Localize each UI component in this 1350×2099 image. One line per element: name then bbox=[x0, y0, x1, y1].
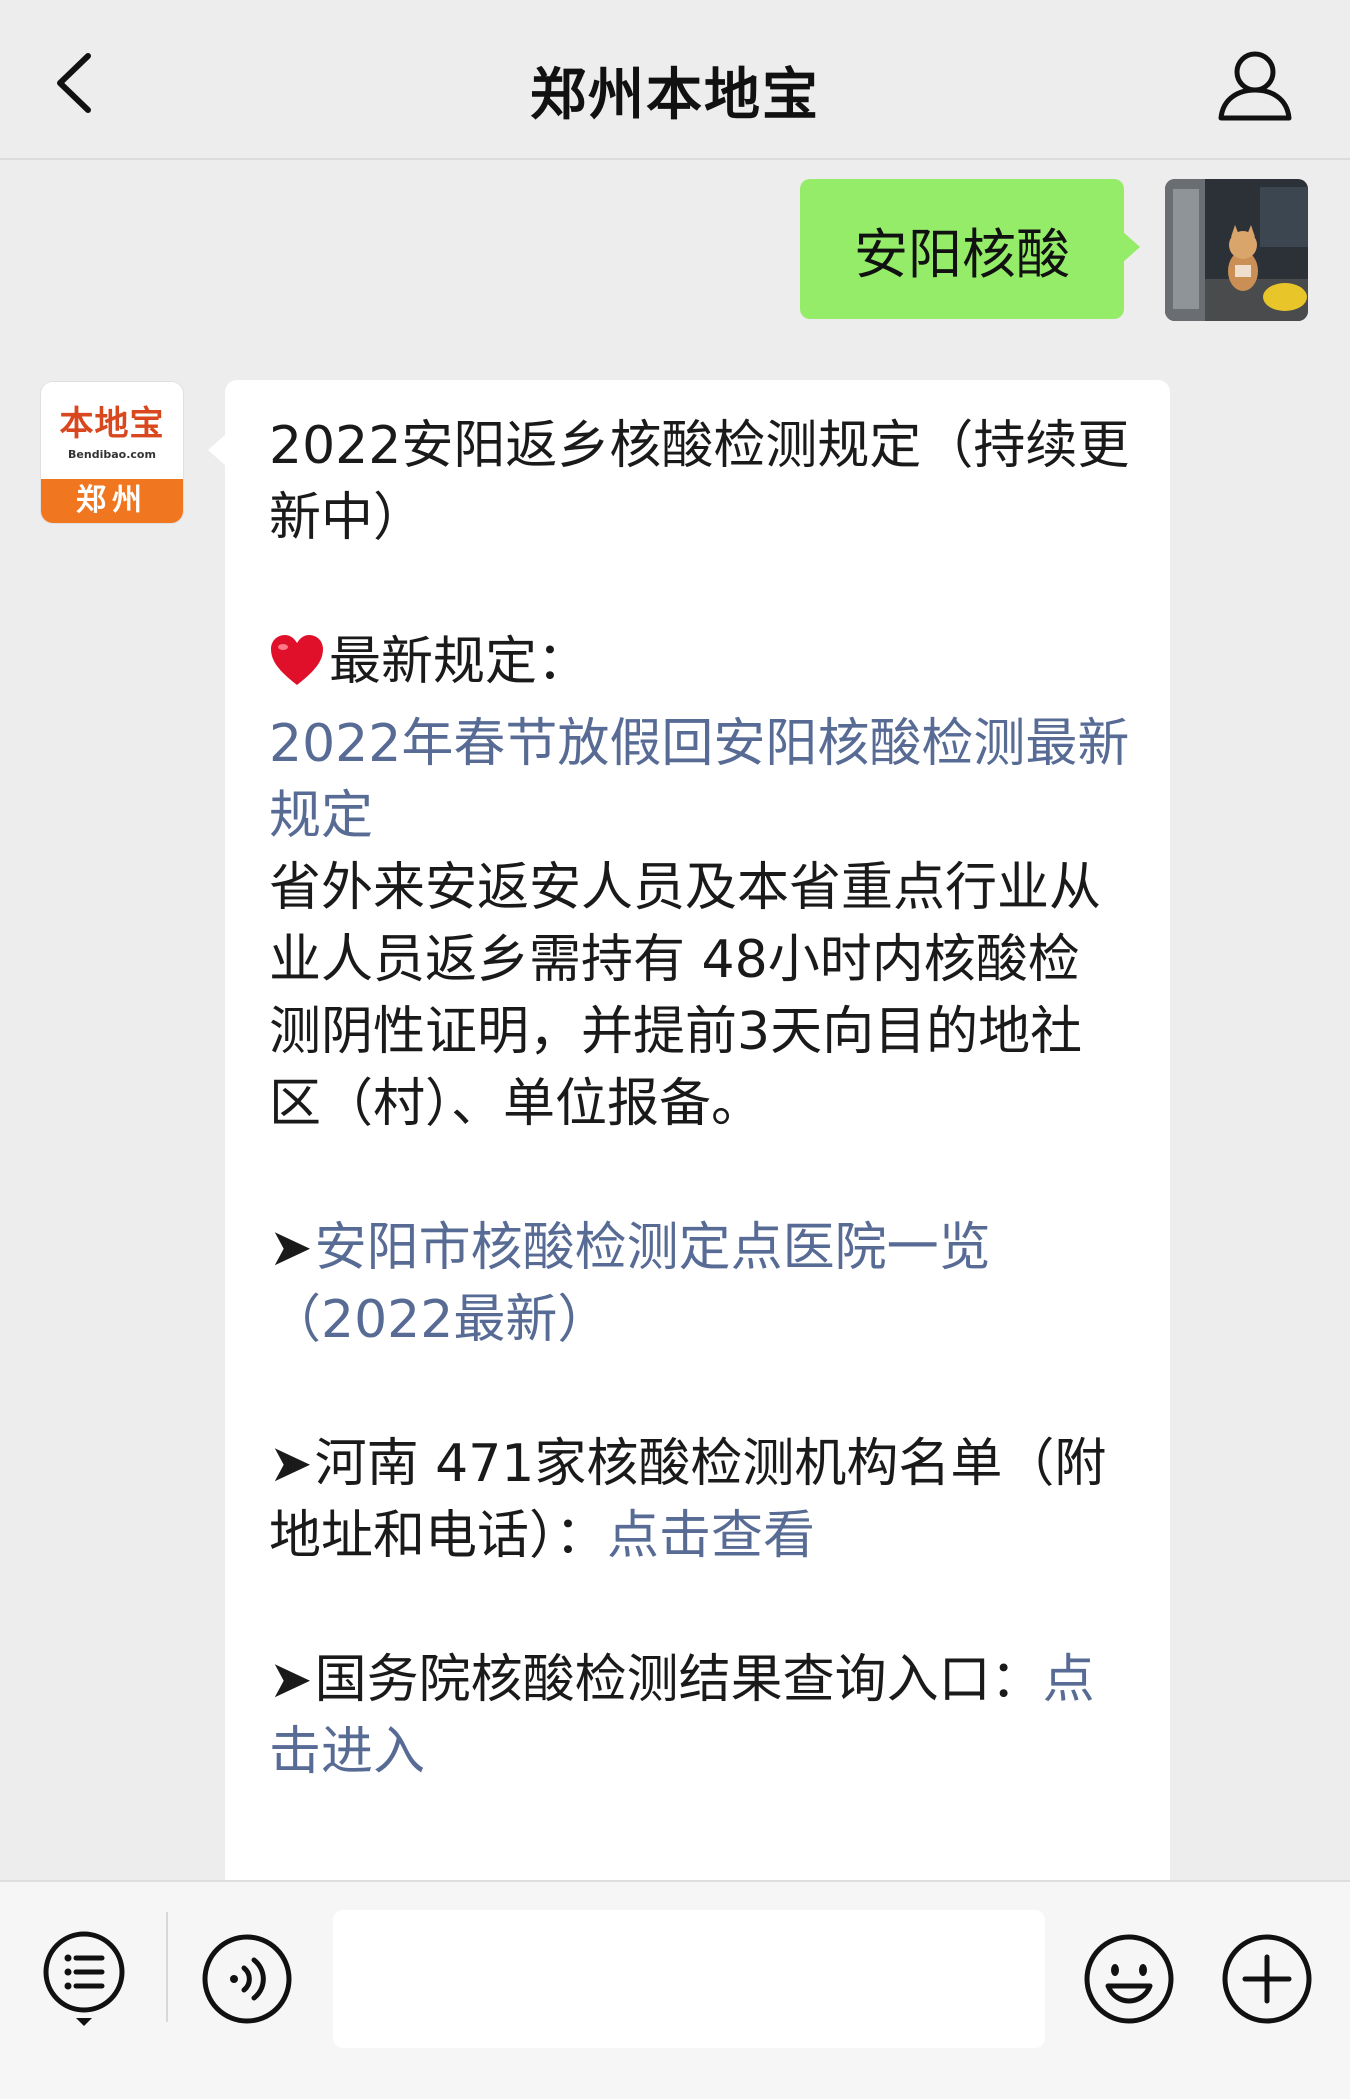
outgoing-message-text: 安阳核酸 bbox=[854, 222, 1070, 286]
logo-area: 本地宝 Bendibao.com bbox=[41, 382, 183, 482]
logo-text: 本地宝 bbox=[59, 404, 165, 444]
profile-button[interactable] bbox=[1215, 46, 1295, 122]
more-button[interactable] bbox=[1220, 1932, 1314, 2026]
hospitals-link[interactable]: 安阳市核酸检测定点医院一览（2022最新） bbox=[269, 1218, 991, 1350]
results-query-text: 国务院核酸检测结果查询入口： bbox=[314, 1650, 1043, 1710]
latest-rules-link[interactable]: 2022年春节放假回安阳核酸检测最新规定 bbox=[269, 714, 1129, 846]
bubble-tail bbox=[208, 434, 226, 466]
person-icon bbox=[1218, 51, 1292, 121]
arrow-icon: ➤ bbox=[269, 1434, 313, 1494]
heart-icon bbox=[269, 633, 325, 708]
incoming-message-bubble: 2022安阳返乡核酸检测规定（持续更新中） 最新规定： 2022年春节放假回安阳… bbox=[225, 380, 1170, 1900]
menu-button[interactable] bbox=[40, 1930, 130, 2030]
arrow-icon: ➤ bbox=[269, 1218, 313, 1278]
page-title: 郑州本地宝 bbox=[530, 63, 820, 128]
plus-icon bbox=[1222, 1934, 1312, 2024]
message-headline: 2022安阳返乡核酸检测规定（持续更新中） bbox=[269, 416, 1130, 548]
logo-domain: Bendibao.com bbox=[68, 448, 156, 461]
voice-button[interactable] bbox=[200, 1932, 294, 2026]
view-link[interactable]: 点击查看 bbox=[607, 1506, 815, 1566]
logo-city: 郑州 bbox=[41, 479, 183, 523]
emoji-button[interactable] bbox=[1082, 1932, 1176, 2026]
arrow-icon: ➤ bbox=[269, 1650, 313, 1710]
bottom-input-bar bbox=[0, 1880, 1350, 2099]
official-account-avatar[interactable]: 本地宝 Bendibao.com 郑州 bbox=[41, 382, 183, 523]
voice-icon bbox=[202, 1934, 292, 2024]
user-avatar-image bbox=[1165, 179, 1308, 321]
list-menu-icon bbox=[43, 1931, 125, 2026]
latest-rules-label: 最新规定： bbox=[329, 632, 590, 692]
divider bbox=[166, 1912, 168, 2022]
smiley-icon bbox=[1084, 1934, 1174, 2024]
message-input[interactable] bbox=[333, 1910, 1045, 2048]
outgoing-message-bubble[interactable]: 安阳核酸 bbox=[800, 179, 1140, 319]
message-body: 省外来安返安人员及本省重点行业从业人员返乡需持有 48小时内核酸检测阴性证明，并… bbox=[269, 858, 1102, 1134]
item-results-query: ➤国务院核酸检测结果查询入口：点击进入 bbox=[269, 1644, 1130, 1788]
item-hospitals: ➤安阳市核酸检测定点医院一览（2022最新） bbox=[269, 1212, 1130, 1356]
top-navigation-bar: 郑州本地宝 bbox=[0, 0, 1350, 160]
user-avatar[interactable] bbox=[1165, 179, 1308, 321]
item-institutions: ➤河南 471家核酸检测机构名单（附地址和电话）：点击查看 bbox=[269, 1428, 1130, 1572]
latest-rules-line: 最新规定： bbox=[269, 626, 1130, 708]
